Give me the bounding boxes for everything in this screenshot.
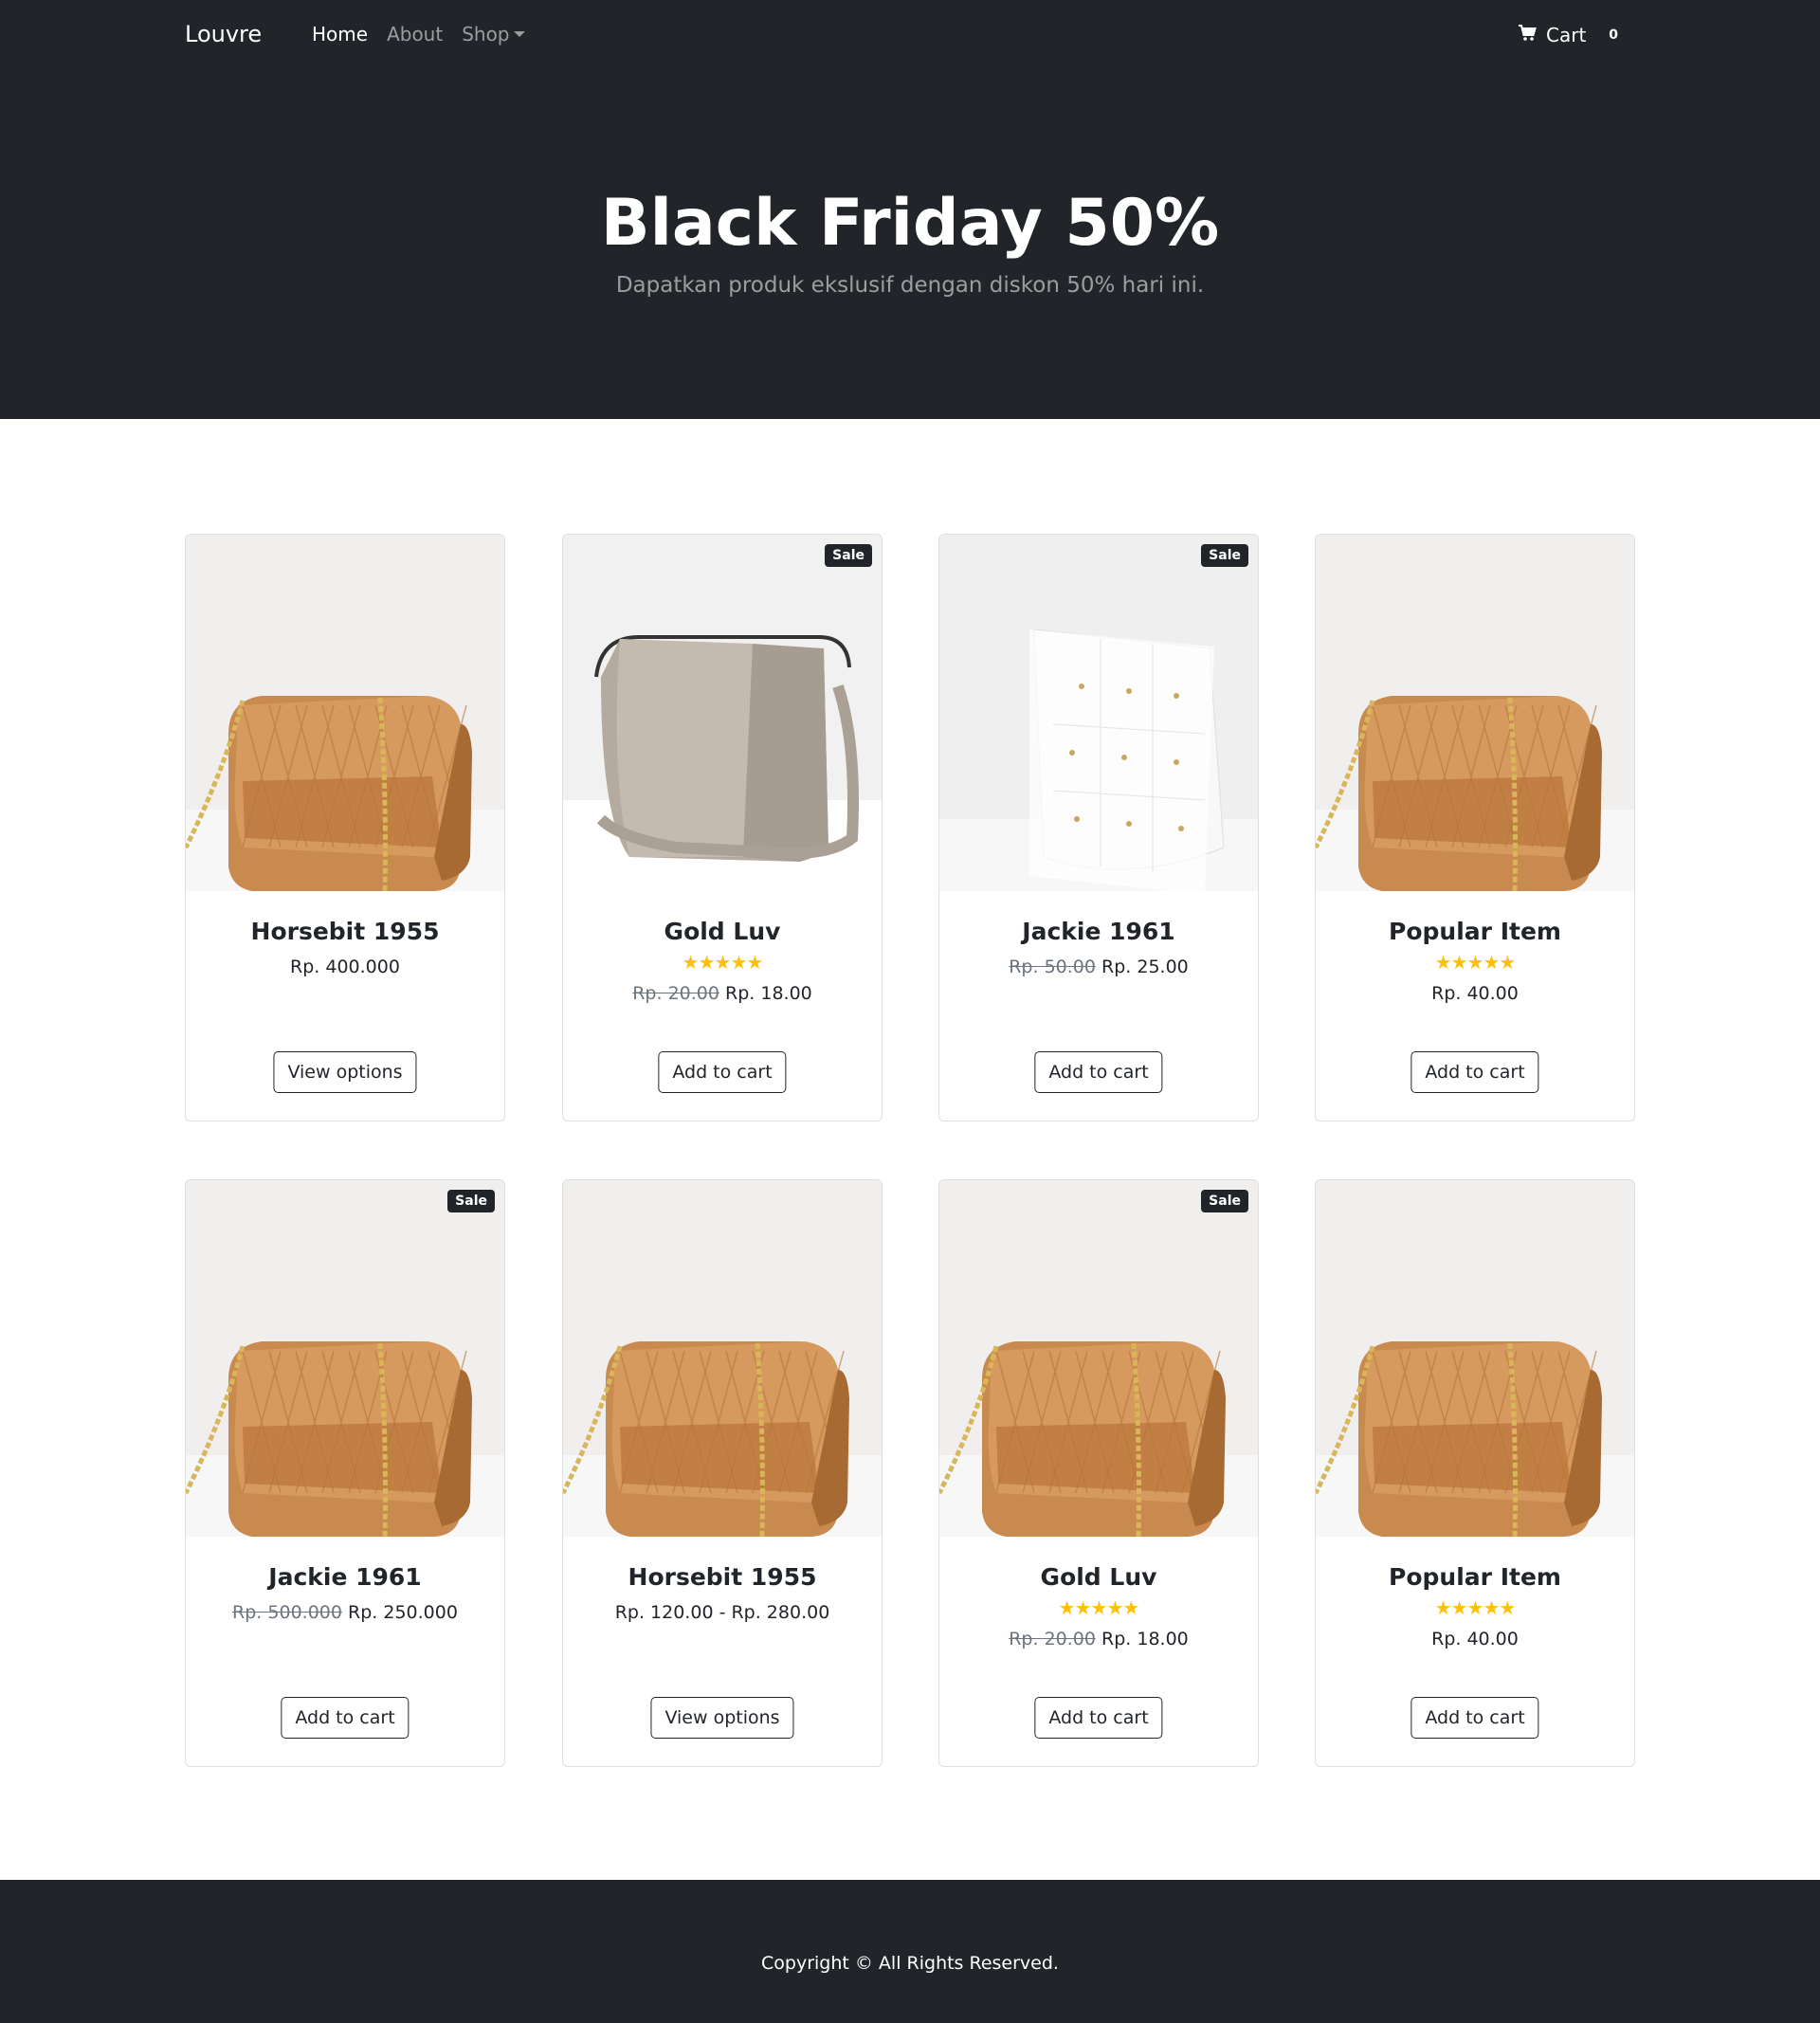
product-image[interactable]: Sale: [186, 1180, 504, 1537]
product-name[interactable]: Gold Luv: [563, 918, 882, 945]
product-price: Rp. 20.00 Rp. 18.00: [939, 1629, 1258, 1649]
sale-badge: Sale: [447, 1190, 495, 1212]
product-card: Sale Gold Luv ★★★★★ Rp. 20.00 Rp. 18.00 Add …: [938, 1179, 1259, 1767]
original-price: Rp. 50.00: [1009, 957, 1096, 977]
current-price: Rp. 40.00: [1431, 983, 1519, 1004]
current-price: Rp. 18.00: [1101, 1629, 1189, 1649]
nav-shop-label: Shop: [462, 23, 510, 46]
brand-logo[interactable]: Louvre: [185, 21, 262, 47]
add-to-cart-button[interactable]: Add to cart: [1034, 1697, 1163, 1739]
product-name[interactable]: Jackie 1961: [186, 1563, 504, 1591]
product-card: Popular Item ★★★★★ Rp. 40.00 Add to cart: [1315, 1179, 1635, 1767]
nav-shop-dropdown[interactable]: Shop: [462, 23, 525, 46]
current-price: Rp. 400.000: [290, 957, 400, 977]
current-price: Rp. 18.00: [725, 983, 812, 1004]
product-image[interactable]: Sale: [939, 535, 1258, 891]
star-rating: ★★★★★: [1434, 1596, 1517, 1619]
navbar: Louvre Home About Shop Cart 0: [0, 0, 1820, 70]
hero-title: Black Friday 50%: [600, 186, 1220, 261]
add-to-cart-button[interactable]: Add to cart: [281, 1697, 410, 1739]
product-image[interactable]: [1316, 1180, 1634, 1537]
copyright-text: Copyright © All Rights Reserved.: [761, 1953, 1059, 1974]
sale-badge: Sale: [1201, 544, 1248, 567]
cart-button[interactable]: Cart 0: [1518, 21, 1618, 49]
star-rating: ★★★★★: [682, 951, 764, 974]
product-card: Sale Jackie 1961 Rp. 50.00 Rp. 25.00 Add to…: [938, 534, 1259, 1121]
hero-subtitle: Dapatkan produk ekslusif dengan diskon 5…: [615, 273, 1205, 298]
footer: Copyright © All Rights Reserved.: [0, 1880, 1820, 2023]
product-card: Horsebit 1955 Rp. 120.00 - Rp. 280.00 View…: [562, 1179, 883, 1767]
product-name[interactable]: Horsebit 1955: [186, 918, 504, 945]
nav-home-link[interactable]: Home: [312, 23, 368, 46]
add-to-cart-button[interactable]: Add to cart: [1034, 1051, 1163, 1093]
product-name[interactable]: Horsebit 1955: [563, 1563, 882, 1591]
view-options-button[interactable]: View options: [273, 1051, 417, 1093]
product-price: Rp. 20.00 Rp. 18.00: [563, 983, 882, 1004]
cart-label: Cart: [1546, 24, 1587, 46]
product-card: Sale Jackie 1961 Rp. 500.000 Rp. 250.000 Ad…: [185, 1179, 505, 1767]
nav-links: Home About Shop: [312, 23, 525, 46]
cart-icon: [1518, 24, 1537, 46]
original-price: Rp. 20.00: [632, 983, 719, 1004]
product-price: Rp. 400.000: [186, 957, 504, 977]
sale-badge: Sale: [825, 544, 872, 567]
product-name[interactable]: Popular Item: [1316, 918, 1634, 945]
sale-badge: Sale: [1201, 1190, 1248, 1212]
product-price: Rp. 50.00 Rp. 25.00: [939, 957, 1258, 977]
view-options-button[interactable]: View options: [650, 1697, 794, 1739]
product-price: Rp. 40.00: [1316, 1629, 1634, 1649]
original-price: Rp. 500.000: [232, 1602, 342, 1623]
cart-count-badge: 0: [1609, 27, 1619, 43]
chevron-down-icon: [513, 31, 525, 37]
star-rating: ★★★★★: [1058, 1596, 1140, 1619]
star-rating: ★★★★★: [1434, 951, 1517, 974]
product-name[interactable]: Gold Luv: [939, 1563, 1258, 1591]
product-name[interactable]: Jackie 1961: [939, 918, 1258, 945]
product-price: Rp. 120.00 - Rp. 280.00: [563, 1602, 882, 1623]
product-price: Rp. 40.00: [1316, 983, 1634, 1004]
product-image[interactable]: [1316, 535, 1634, 891]
product-image[interactable]: Sale: [563, 535, 882, 891]
current-price: Rp. 40.00: [1431, 1629, 1519, 1649]
hero-banner: Black Friday 50% Dapatkan produk ekslusi…: [0, 70, 1820, 419]
add-to-cart-button[interactable]: Add to cart: [658, 1051, 787, 1093]
product-card: Popular Item ★★★★★ Rp. 40.00 Add to cart: [1315, 534, 1635, 1121]
original-price: Rp. 20.00: [1009, 1629, 1096, 1649]
nav-about-link[interactable]: About: [387, 23, 443, 46]
product-image[interactable]: Sale: [939, 1180, 1258, 1537]
current-price: Rp. 250.000: [348, 1602, 458, 1623]
product-price: Rp. 500.000 Rp. 250.000: [186, 1602, 504, 1623]
add-to-cart-button[interactable]: Add to cart: [1410, 1697, 1539, 1739]
product-image[interactable]: [186, 535, 504, 891]
add-to-cart-button[interactable]: Add to cart: [1410, 1051, 1539, 1093]
current-price: Rp. 120.00 - Rp. 280.00: [614, 1602, 830, 1623]
current-price: Rp. 25.00: [1101, 957, 1189, 977]
product-name[interactable]: Popular Item: [1316, 1563, 1634, 1591]
product-image[interactable]: [563, 1180, 882, 1537]
product-card: Horsebit 1955 Rp. 400.000 View options: [185, 534, 505, 1121]
product-card: Sale Gold Luv ★★★★★ Rp. 20.00 Rp. 18.00 Add …: [562, 534, 883, 1121]
